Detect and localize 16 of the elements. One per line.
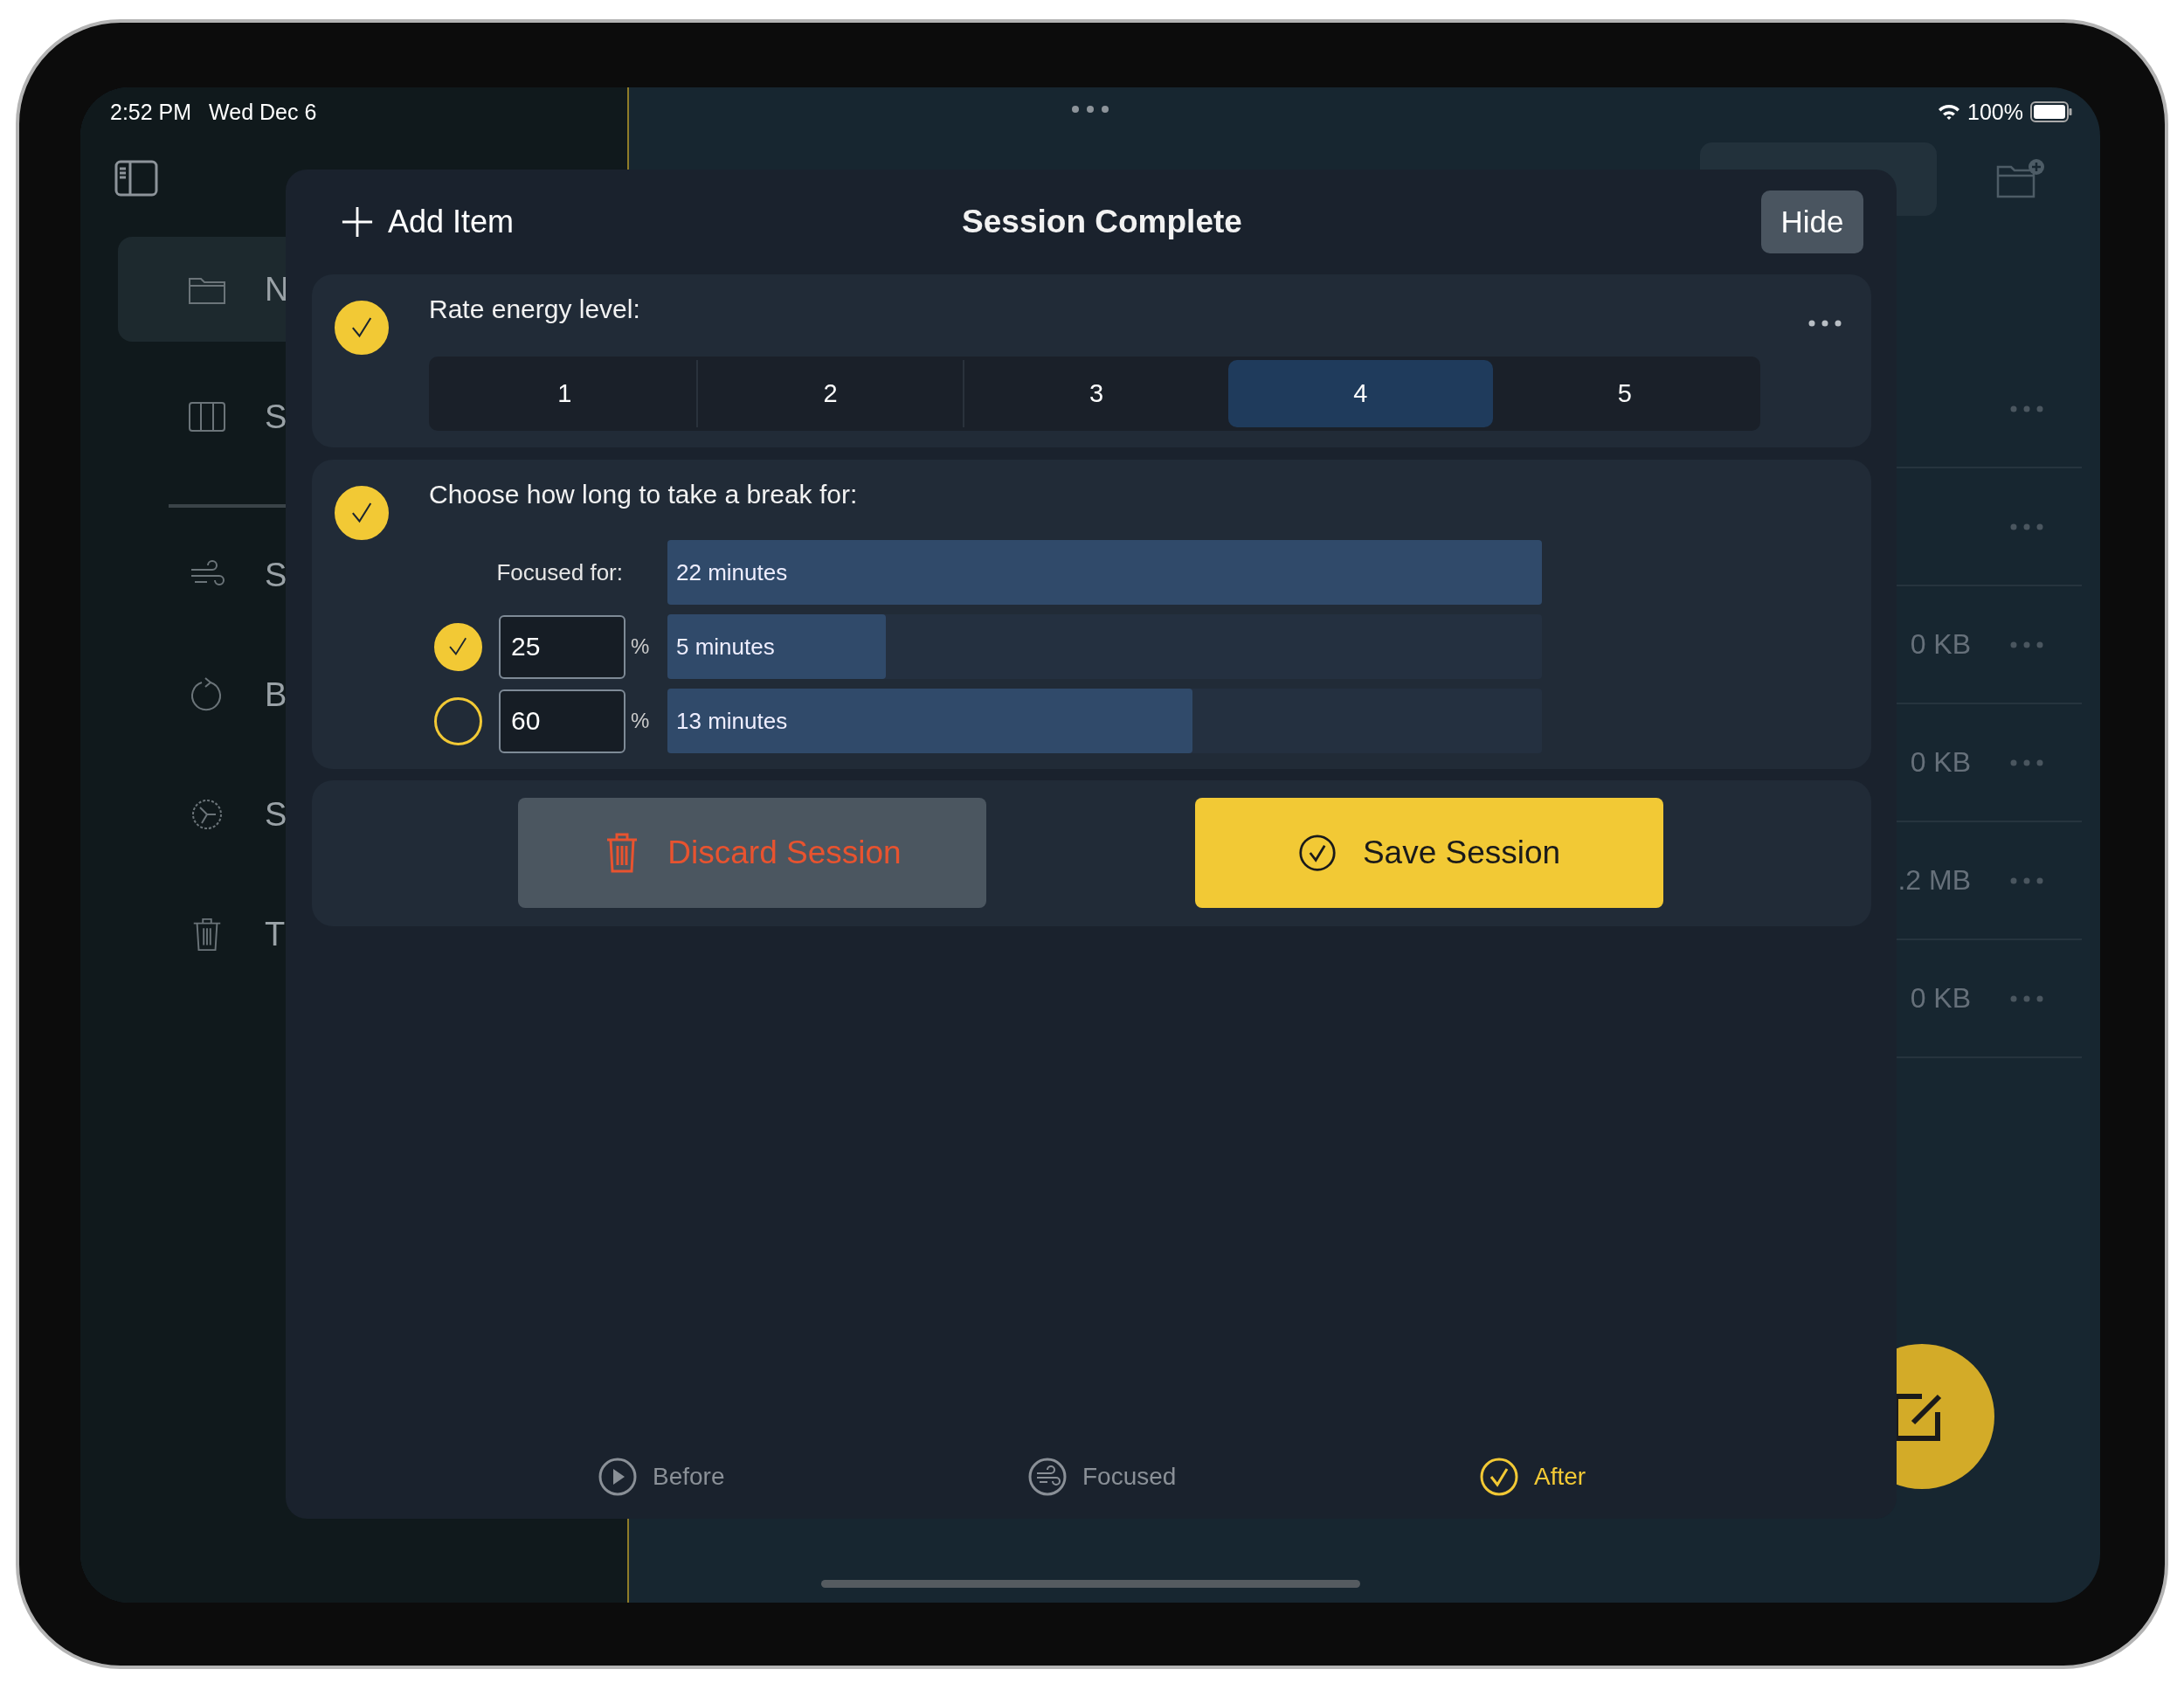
question-label: Rate energy level: bbox=[429, 294, 640, 325]
percent-unit: % bbox=[630, 634, 651, 659]
duration-bar: 13 minutes bbox=[667, 689, 1192, 753]
percent-unit: % bbox=[630, 709, 651, 733]
battery-percent: 100% bbox=[1967, 99, 2023, 125]
duration-bar: 22 minutes bbox=[667, 540, 1542, 605]
file-size: 0 KB bbox=[1910, 628, 1971, 661]
sheet-title: Session Complete bbox=[962, 204, 1242, 240]
status-date: Wed Dec 6 bbox=[209, 99, 317, 125]
file-size: .2 MB bbox=[1897, 864, 1971, 897]
question-label: Choose how long to take a break for: bbox=[429, 479, 858, 510]
status-time: 2:52 PM bbox=[110, 99, 192, 125]
file-size: 0 KB bbox=[1910, 982, 1971, 1015]
file-size: 0 KB bbox=[1910, 746, 1971, 779]
duration-bar: 5 minutes bbox=[667, 614, 887, 679]
focused-label: Focused for: bbox=[496, 558, 623, 586]
